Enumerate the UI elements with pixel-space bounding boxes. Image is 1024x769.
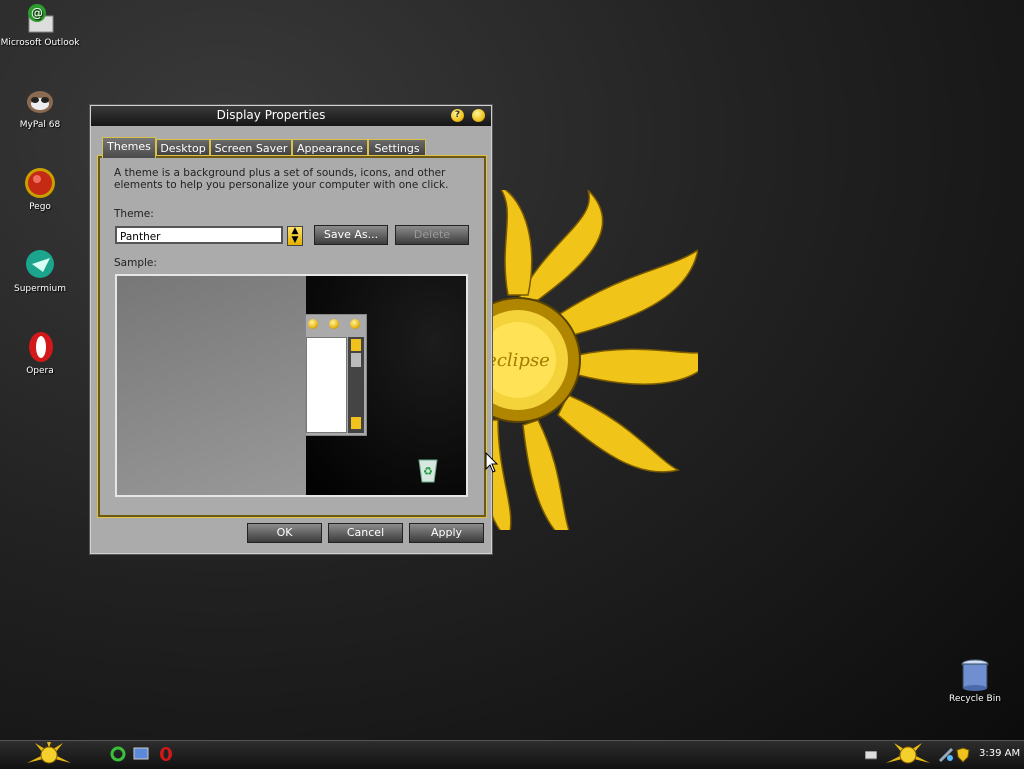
taskbar: 3:39 AM: [0, 740, 1024, 769]
svg-text:♻: ♻: [423, 465, 433, 478]
dropdown-arrow-icon[interactable]: ▲ ▼: [287, 226, 303, 246]
opera-icon: [23, 330, 57, 364]
desktop-icon-supermium[interactable]: Supermium: [0, 248, 80, 294]
desktop-icon-mypal[interactable]: MyPal 68: [0, 84, 80, 130]
theme-select[interactable]: Panther: [115, 226, 283, 244]
close-button[interactable]: [472, 109, 485, 122]
sample-label: Sample:: [114, 257, 157, 269]
sample-close-icon: [350, 319, 360, 329]
tab-settings[interactable]: Settings: [368, 139, 426, 157]
eclipse-tray-icon[interactable]: [882, 741, 934, 769]
desktop-icon-outlook[interactable]: @ Microsoft Outlook: [0, 2, 80, 48]
outlook-icon: @: [23, 2, 57, 36]
dialog-title: Display Properties: [216, 108, 326, 122]
start-button[interactable]: [20, 742, 78, 768]
wallpaper-logo-text: eclipse: [486, 350, 550, 371]
help-button[interactable]: ?: [451, 109, 464, 122]
desktop-icon-label: MyPal 68: [19, 120, 61, 130]
ok-button[interactable]: OK: [247, 523, 322, 543]
tab-themes[interactable]: Themes: [102, 137, 156, 158]
svg-text:@: @: [31, 6, 43, 20]
supermium-icon: [23, 248, 57, 282]
opera-quicklaunch-icon[interactable]: [158, 746, 174, 762]
pego-icon: [23, 166, 57, 200]
desktop-icon-label: Pego: [29, 202, 51, 212]
recycle-bin-icon: [958, 658, 992, 692]
desktop-icon-recycle-bin[interactable]: Recycle Bin: [935, 658, 1015, 704]
sample-recycle-bin-icon: ♻: [415, 456, 441, 484]
theme-sample-preview: ♻: [115, 274, 468, 497]
sample-maximize-icon: [329, 319, 339, 329]
themes-panel: A theme is a background plus a set of so…: [97, 155, 487, 518]
desktop-icon-label: Opera: [26, 366, 54, 376]
network-icon[interactable]: [938, 747, 954, 763]
desktop-icon-label: Recycle Bin: [949, 694, 1001, 704]
delete-button[interactable]: Delete: [395, 225, 469, 245]
sample-window: [305, 314, 367, 436]
desktop-icon-opera[interactable]: Opera: [0, 330, 80, 376]
desktop-icon-label: Supermium: [14, 284, 66, 294]
theme-description: A theme is a background plus a set of so…: [114, 167, 449, 191]
clock[interactable]: 3:39 AM: [979, 748, 1020, 759]
title-bar[interactable]: Display Properties ?: [91, 106, 491, 126]
desktop-icon-label: Microsoft Outlook: [0, 38, 80, 48]
apply-button[interactable]: Apply: [409, 523, 484, 543]
save-as-button[interactable]: Save As...: [314, 225, 388, 245]
keyboard-icon[interactable]: [865, 751, 877, 760]
cancel-button[interactable]: Cancel: [328, 523, 403, 543]
display-properties-dialog: Display Properties ? Themes Desktop Scre…: [90, 105, 492, 554]
show-desktop-icon[interactable]: [133, 746, 149, 762]
shield-icon[interactable]: [956, 747, 970, 763]
sample-window-content: [306, 337, 347, 433]
theme-label: Theme:: [114, 208, 154, 220]
sample-scrollbar: [348, 337, 364, 433]
tab-desktop[interactable]: Desktop: [156, 139, 210, 157]
tab-screen-saver[interactable]: Screen Saver: [210, 139, 292, 157]
mouse-cursor-icon: [485, 452, 499, 473]
tab-appearance[interactable]: Appearance: [292, 139, 368, 157]
ie-icon[interactable]: [110, 746, 126, 762]
mypal-icon: [23, 84, 57, 118]
sample-minimize-icon: [308, 319, 318, 329]
eclipse-start-icon: [27, 742, 71, 764]
help-icon: ?: [454, 110, 461, 120]
sample-desktop-left: [117, 276, 306, 495]
desktop-icon-pego[interactable]: Pego: [0, 166, 80, 212]
